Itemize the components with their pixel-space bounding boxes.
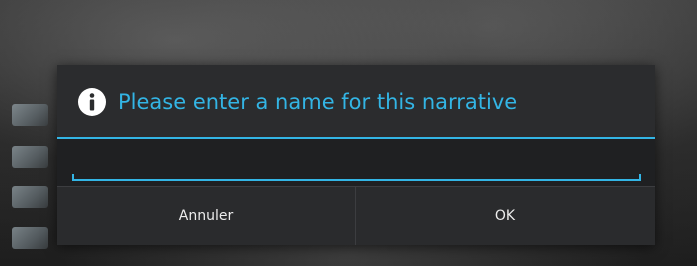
cancel-button[interactable]: Annuler [57, 187, 355, 245]
ok-button[interactable]: OK [356, 187, 654, 245]
input-underline-tick-right [639, 174, 641, 180]
info-icon [78, 88, 106, 116]
input-underline [72, 179, 641, 181]
dialog-button-bar: Annuler OK [57, 186, 655, 245]
dialog-header: Please enter a name for this narrative [57, 65, 655, 138]
input-underline-tick-left [72, 174, 74, 180]
background-thumbnail [12, 104, 48, 126]
background-thumbnail [12, 186, 48, 208]
background-thumbnail [12, 227, 48, 249]
name-narrative-dialog: Please enter a name for this narrative A… [57, 65, 655, 245]
narrative-name-input[interactable] [72, 149, 640, 179]
dialog-title: Please enter a name for this narrative [118, 90, 518, 114]
background-thumbnail [12, 146, 48, 168]
